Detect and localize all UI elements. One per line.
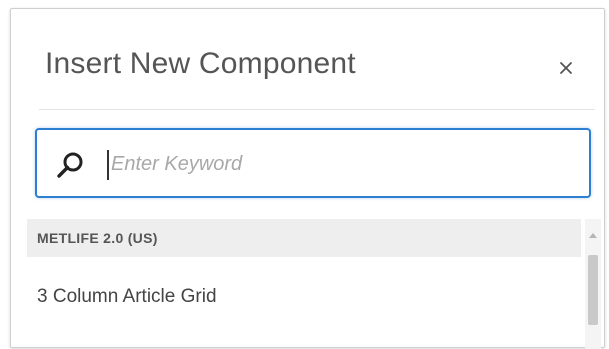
- close-button[interactable]: [551, 53, 581, 83]
- search-box[interactable]: [35, 128, 591, 198]
- insert-component-dialog: Insert New Component METLIFE 2.0 (US) 3 …: [10, 8, 605, 349]
- text-caret: [107, 150, 109, 180]
- close-icon: [560, 62, 572, 74]
- search-input[interactable]: [111, 144, 571, 184]
- search-icon: [57, 152, 83, 178]
- scroll-up-icon[interactable]: [589, 233, 597, 238]
- dialog-header: Insert New Component: [11, 9, 604, 109]
- scrollbar[interactable]: [585, 219, 601, 349]
- list-item[interactable]: 3 Column Article Grid: [27, 279, 581, 315]
- scroll-thumb[interactable]: [588, 255, 598, 325]
- component-list[interactable]: METLIFE 2.0 (US) 3 Column Article Grid: [27, 219, 601, 349]
- dialog-title: Insert New Component: [45, 47, 356, 80]
- group-header[interactable]: METLIFE 2.0 (US): [27, 219, 581, 257]
- header-divider: [39, 109, 595, 110]
- group-label: METLIFE 2.0 (US): [37, 230, 158, 246]
- list-item-label: 3 Column Article Grid: [37, 286, 217, 307]
